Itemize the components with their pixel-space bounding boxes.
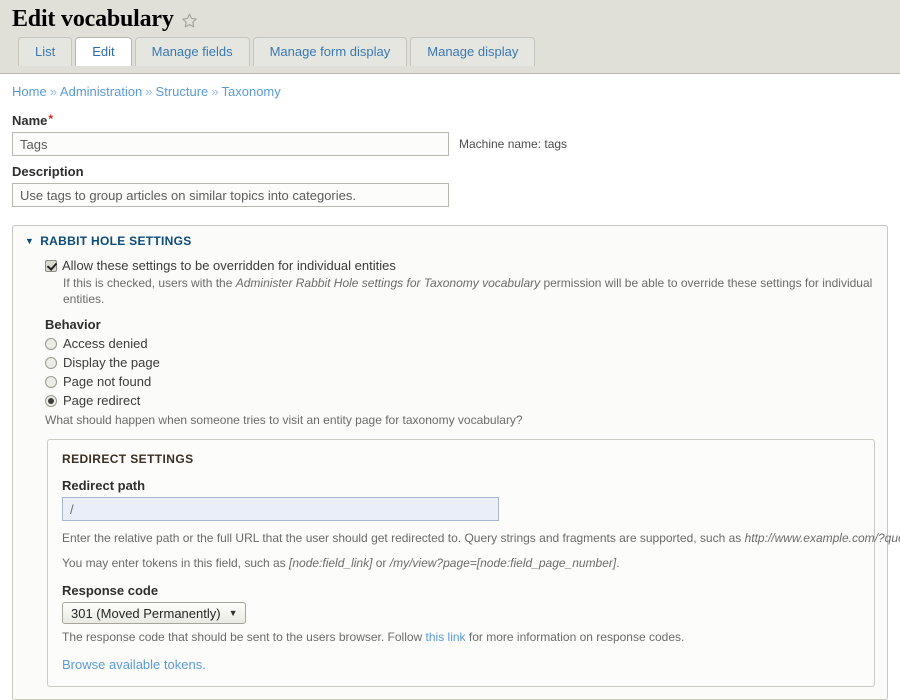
chevron-down-icon: ▼ (228, 607, 238, 618)
breadcrumb-separator: » (211, 84, 219, 99)
star-outline-icon[interactable] (181, 12, 198, 29)
behavior-label: Page redirect (63, 393, 141, 408)
page-title: Edit vocabulary (12, 6, 174, 32)
tab-manage-form-display[interactable]: Manage form display (252, 37, 408, 67)
response-code-info-link[interactable]: this link (426, 630, 466, 644)
page-title-row: Edit vocabulary (0, 0, 900, 36)
behavior-option-display-the-page[interactable]: Display the page (45, 353, 875, 372)
behavior-label: Display the page (63, 355, 160, 370)
redirect-path-label: Redirect path (62, 478, 146, 493)
tab-label: Manage fields (151, 44, 233, 60)
override-help-pre: If this is checked, users with the (63, 276, 236, 290)
tab-list[interactable]: List (18, 37, 73, 67)
description-label: Description (12, 164, 84, 179)
response-code-help: The response code that should be sent to… (62, 629, 860, 645)
response-help-pre: The response code that should be sent to… (62, 630, 426, 644)
breadcrumb-link-structure[interactable]: Structure (156, 84, 209, 99)
rabbit-hole-settings-fieldset: ▼ RABBIT HOLE SETTINGS Allow these setti… (12, 225, 900, 700)
token-help-mid: or (372, 556, 390, 570)
breadcrumb-separator: » (145, 84, 153, 99)
redirect-path-help-pre: Enter the relative path or the full URL … (62, 531, 745, 545)
response-code-select[interactable]: 301 (Moved Permanently) ▼ (62, 602, 246, 624)
redirect-settings-title: REDIRECT SETTINGS (62, 452, 194, 466)
breadcrumb-separator: » (49, 84, 57, 99)
name-label: Name* (12, 112, 888, 128)
behavior-label: Page not found (63, 374, 152, 389)
rabbit-hole-legend-text: RABBIT HOLE SETTINGS (40, 234, 192, 248)
breadcrumb: Home» Administration» Structure» Taxonomy (0, 74, 900, 105)
caret-down-icon: ▼ (25, 235, 35, 246)
tab-label: List (35, 44, 56, 60)
tab-edit[interactable]: Edit (75, 37, 132, 67)
override-settings-checkbox[interactable] (45, 260, 57, 272)
tab-label: Edit (92, 44, 115, 60)
response-code-label: Response code (62, 583, 159, 598)
name-label-text: Name (12, 113, 48, 128)
page-header: Edit vocabulary List Edit Manage fields … (0, 0, 900, 74)
override-help-emphasis: Administer Rabbit Hole settings for Taxo… (235, 276, 541, 290)
name-row: Machine name: tags (12, 132, 888, 156)
behavior-help-text: What should happen when someone tries to… (45, 413, 523, 427)
behavior-group-label: Behavior (45, 317, 101, 332)
required-marker: * (48, 112, 54, 126)
breadcrumb-link-home[interactable]: Home (12, 84, 47, 99)
tab-manage-fields[interactable]: Manage fields (134, 37, 250, 67)
tab-label: Manage display (427, 44, 519, 60)
behavior-radio-access-denied[interactable] (45, 337, 57, 350)
token-help-post: . (616, 556, 620, 570)
behavior-option-page-redirect[interactable]: Page redirect (45, 391, 875, 410)
response-help-post: for more information on response codes. (465, 630, 685, 644)
response-code-value: 301 (Moved Permanently) (71, 605, 221, 621)
behavior-radio-page-redirect[interactable] (45, 394, 57, 407)
breadcrumb-link-administration[interactable]: Administration (60, 84, 142, 99)
behavior-radio-display-the-page[interactable] (45, 356, 57, 369)
override-checkbox-row: Allow these settings to be overridden fo… (45, 258, 875, 273)
override-settings-label: Allow these settings to be overridden fo… (62, 258, 396, 273)
token-help-example-2: /my/view?page=[node:field_page_number] (389, 556, 617, 570)
behavior-label: Access denied (63, 336, 148, 351)
rabbit-hole-legend[interactable]: ▼ RABBIT HOLE SETTINGS (25, 234, 875, 248)
browse-available-tokens-link[interactable]: Browse available tokens. (62, 657, 206, 672)
primary-tabs: List Edit Manage fields Manage form disp… (0, 36, 900, 67)
override-settings-help: If this is checked, users with the Admin… (63, 275, 875, 307)
token-help-example-1: [node:field_link] (289, 556, 373, 570)
redirect-settings-panel: REDIRECT SETTINGS Redirect path Enter th… (47, 439, 900, 687)
machine-name-text: Machine name: tags (459, 137, 568, 151)
behavior-option-access-denied[interactable]: Access denied (45, 334, 875, 353)
behavior-radio-page-not-found[interactable] (45, 375, 57, 388)
token-help-pre: You may enter tokens in this field, such… (62, 556, 290, 570)
description-input[interactable] (12, 183, 449, 207)
name-input[interactable] (12, 132, 449, 156)
tab-manage-display[interactable]: Manage display (410, 37, 536, 67)
redirect-path-help-example: http://www.example.com/?query=value#frag… (744, 531, 900, 545)
redirect-path-help: Enter the relative path or the full URL … (62, 530, 900, 546)
behavior-option-page-not-found[interactable]: Page not found (45, 372, 875, 391)
response-code-block: Response code 301 (Moved Permanently) ▼ (62, 583, 860, 624)
redirect-token-help: You may enter tokens in this field, such… (62, 555, 860, 571)
redirect-path-input[interactable] (62, 497, 499, 521)
tab-label: Manage form display (269, 44, 391, 60)
breadcrumb-link-taxonomy[interactable]: Taxonomy (222, 84, 281, 99)
main-content: Name* Machine name: tags Description ▼ R… (0, 112, 900, 700)
